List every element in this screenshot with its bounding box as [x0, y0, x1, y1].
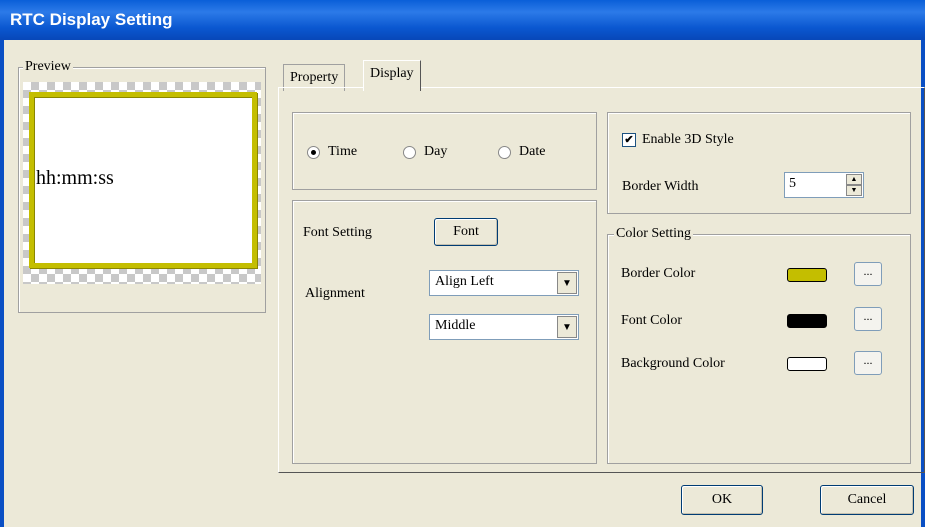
- enable-3d-checkbox[interactable]: ✔ Enable 3D Style: [622, 132, 734, 148]
- border-width-spinner[interactable]: 5 ▲ ▼: [784, 172, 864, 198]
- vertical-alignment-select[interactable]: Middle ▼: [429, 314, 579, 340]
- background-color-swatch: [787, 357, 827, 371]
- border-color-label: Border Color: [621, 266, 696, 281]
- tab-display[interactable]: Display: [363, 60, 421, 91]
- radio-time-label: Time: [328, 144, 358, 159]
- font-setting-label: Font Setting: [303, 225, 372, 240]
- alignment-label: Alignment: [305, 286, 365, 301]
- style3d-group: ✔ Enable 3D Style Border Width 5 ▲ ▼: [607, 112, 911, 214]
- checkmark-icon[interactable]: ✔: [622, 133, 636, 147]
- dropdown-arrow-icon[interactable]: ▼: [557, 316, 577, 338]
- radio-date-indicator[interactable]: [498, 145, 511, 159]
- border-width-value[interactable]: 5: [789, 176, 796, 192]
- color-setting-title: Color Setting: [614, 225, 694, 243]
- radio-day-label: Day: [424, 144, 448, 159]
- background-color-button[interactable]: ...: [854, 351, 882, 375]
- radio-date[interactable]: Date: [498, 144, 545, 160]
- font-button[interactable]: Font: [434, 218, 498, 246]
- font-color-swatch: [787, 314, 827, 328]
- preview-group-title: Preview: [23, 58, 73, 76]
- window-frame-left: [0, 40, 4, 527]
- enable-3d-label: Enable 3D Style: [642, 132, 734, 147]
- font-color-button[interactable]: ...: [854, 307, 882, 331]
- radio-day-indicator[interactable]: [403, 145, 416, 159]
- color-setting-group: Color Setting Border Color ... Font Colo…: [607, 225, 911, 464]
- cancel-button[interactable]: Cancel: [820, 485, 914, 515]
- background-color-label: Background Color: [621, 356, 725, 371]
- format-group: Time Day Date: [292, 112, 597, 190]
- border-color-button[interactable]: ...: [854, 262, 882, 286]
- window-title: RTC Display Setting: [0, 0, 925, 40]
- preview-canvas: hh:mm:ss: [23, 82, 261, 284]
- ok-button[interactable]: OK: [681, 485, 763, 515]
- preview-group: Preview hh:mm:ss: [18, 58, 266, 313]
- border-width-label: Border Width: [622, 179, 699, 194]
- vertical-alignment-value: Middle: [435, 318, 476, 333]
- radio-time-indicator[interactable]: [307, 145, 320, 159]
- radio-day[interactable]: Day: [403, 144, 447, 160]
- radio-date-label: Date: [519, 144, 546, 159]
- preview-sample-text: hh:mm:ss: [36, 167, 114, 189]
- spin-up-icon[interactable]: ▲: [846, 174, 862, 185]
- border-color-swatch: [787, 268, 827, 282]
- display-tab-panel: Time Day Date Font Setting Font Alignmen…: [278, 87, 925, 473]
- font-color-label: Font Color: [621, 313, 683, 328]
- horizontal-alignment-value: Align Left: [435, 274, 494, 289]
- radio-time[interactable]: Time: [307, 144, 357, 160]
- font-alignment-group: Font Setting Font Alignment Align Left ▼…: [292, 200, 597, 464]
- dropdown-arrow-icon[interactable]: ▼: [557, 272, 577, 294]
- spin-down-icon[interactable]: ▼: [846, 185, 862, 196]
- horizontal-alignment-select[interactable]: Align Left ▼: [429, 270, 579, 296]
- rtc-preview-display: hh:mm:ss: [29, 92, 257, 268]
